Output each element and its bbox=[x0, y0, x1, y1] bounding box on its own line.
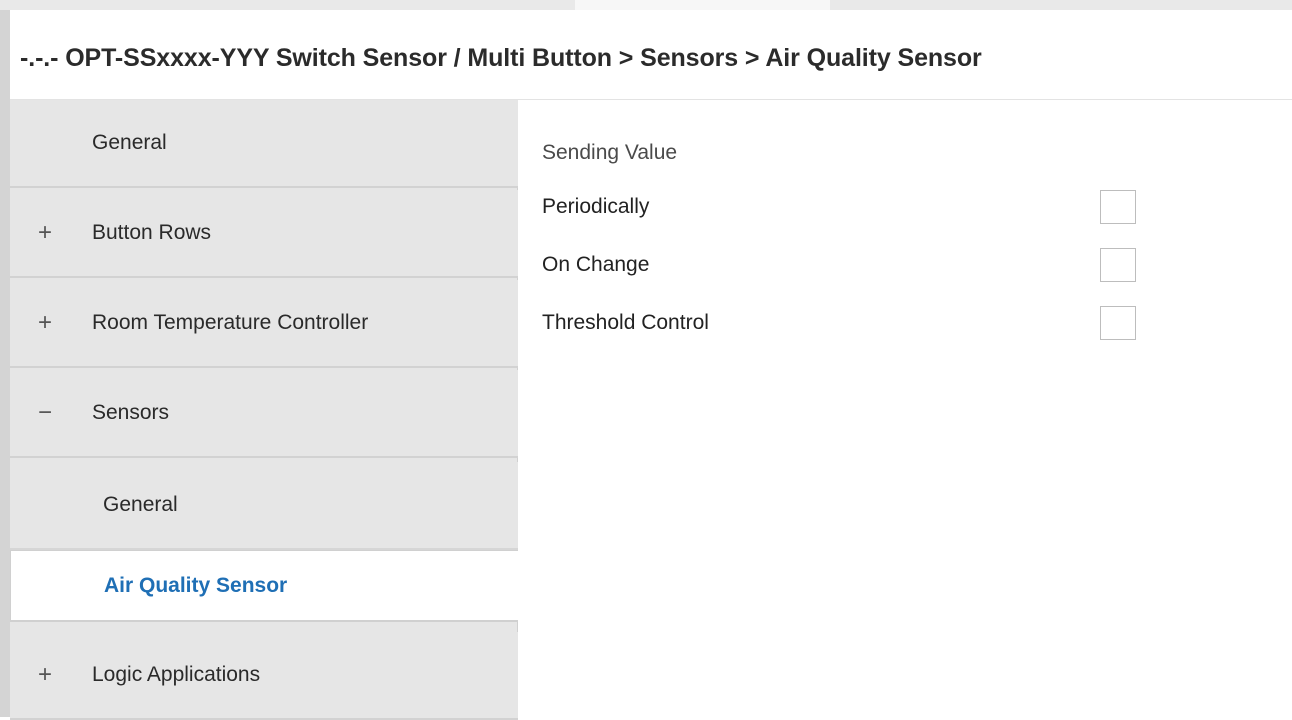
sidebar-item-label: General bbox=[92, 131, 167, 154]
plus-icon[interactable]: + bbox=[36, 190, 54, 276]
sidebar-subitem-label: Air Quality Sensor bbox=[104, 573, 288, 597]
breadcrumb-title: -.-.- OPT-SSxxxx-YYY Switch Sensor / Mul… bbox=[20, 44, 982, 72]
sidebar-item-general[interactable]: General bbox=[10, 100, 518, 188]
sidebar-item-label: Room Temperature Controller bbox=[92, 311, 369, 334]
page-header: -.-.- OPT-SSxxxx-YYY Switch Sensor / Mul… bbox=[10, 10, 1292, 100]
parameter-row-on-change: On Change bbox=[542, 245, 1162, 285]
section-label: Sending Value bbox=[542, 141, 678, 164]
sidebar-item-logic-applications[interactable]: + Logic Applications bbox=[10, 632, 518, 720]
top-strip-notch bbox=[575, 0, 830, 10]
app-window: -.-.- OPT-SSxxxx-YYY Switch Sensor / Mul… bbox=[0, 0, 1292, 720]
parameter-row-periodically: Periodically bbox=[542, 187, 1162, 227]
sidebar-item-sensors[interactable]: − Sensors bbox=[10, 370, 518, 458]
group-pointer-icon bbox=[22, 460, 66, 474]
sidebar-item-button-rows[interactable]: + Button Rows bbox=[10, 190, 518, 278]
parameter-panel: Sending Value Periodically On Change Thr… bbox=[519, 100, 1292, 717]
threshold-control-checkbox[interactable] bbox=[1100, 306, 1136, 340]
sidebar: General + Button Rows + Room Temperature… bbox=[10, 100, 518, 720]
sidebar-item-label: Button Rows bbox=[92, 221, 212, 244]
sidebar-subitem-label: General bbox=[103, 493, 178, 516]
sidebar-subitem-general[interactable]: General bbox=[10, 462, 518, 550]
parameter-label: On Change bbox=[542, 253, 650, 276]
periodically-checkbox[interactable] bbox=[1100, 190, 1136, 224]
parameter-label: Threshold Control bbox=[542, 311, 709, 334]
parameter-label: Periodically bbox=[542, 195, 650, 218]
sidebar-subitem-air-quality-sensor[interactable]: Air Quality Sensor bbox=[10, 550, 518, 622]
expand-icon bbox=[36, 100, 54, 186]
left-edge bbox=[0, 10, 10, 717]
parameter-row-threshold-control: Threshold Control bbox=[542, 303, 1162, 343]
plus-icon[interactable]: + bbox=[36, 280, 54, 366]
sidebar-item-label: Logic Applications bbox=[92, 663, 261, 686]
sidebar-item-room-temperature-controller[interactable]: + Room Temperature Controller bbox=[10, 280, 518, 368]
on-change-checkbox[interactable] bbox=[1100, 248, 1136, 282]
sidebar-item-label: Sensors bbox=[92, 401, 170, 424]
plus-icon[interactable]: + bbox=[36, 632, 54, 718]
top-strip bbox=[0, 0, 1292, 10]
minus-icon[interactable]: − bbox=[36, 370, 54, 456]
